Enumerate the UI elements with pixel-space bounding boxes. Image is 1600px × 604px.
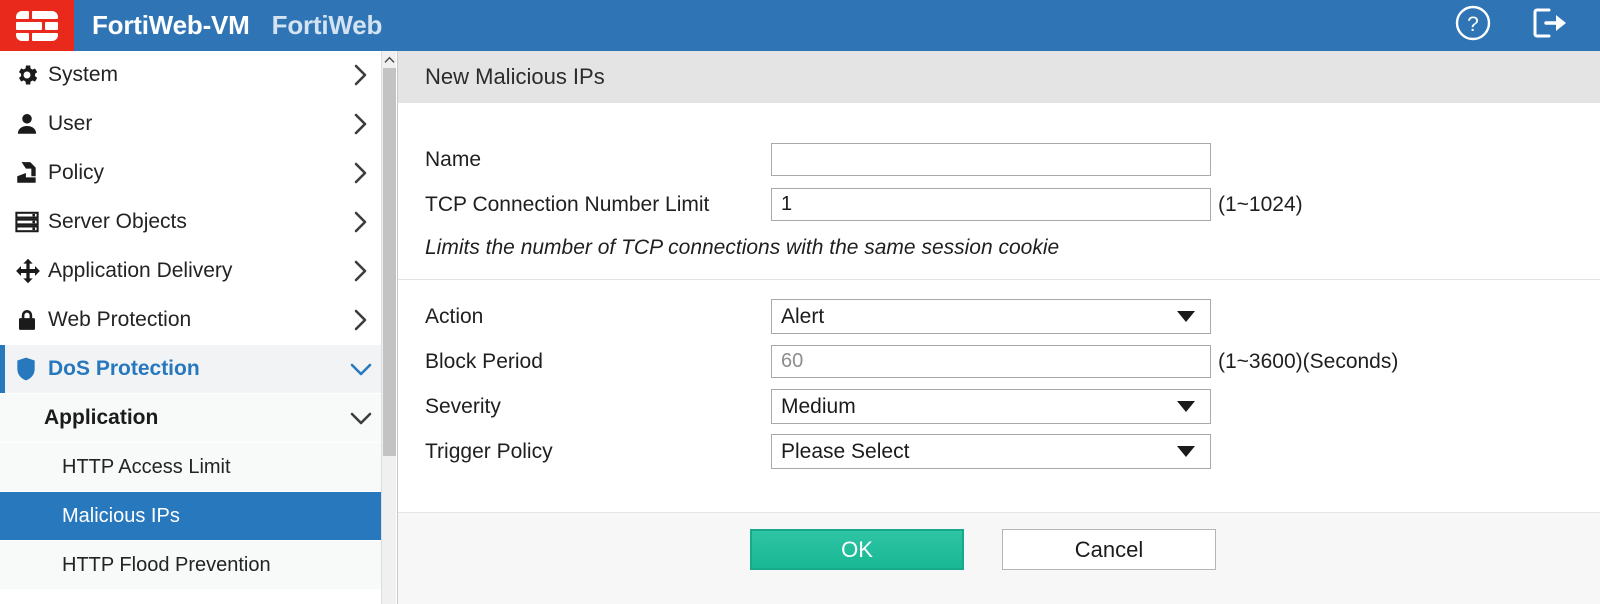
cancel-button[interactable]: Cancel [1002, 529, 1216, 570]
server-stack-icon [14, 209, 48, 235]
sidebar-item-label: Web Protection [48, 308, 341, 332]
form-row-action: Action Alert [398, 294, 1600, 339]
scrollbar-up-arrow-icon[interactable] [382, 51, 396, 68]
name-control [771, 143, 1211, 176]
form-row-severity: Severity Medium [398, 384, 1600, 429]
sidebar-item-label: Application Delivery [48, 259, 341, 283]
form-row-trigger-policy: Trigger Policy Please Select [398, 429, 1600, 474]
block-period-range: (1~3600)(Seconds) [1218, 350, 1398, 374]
tcp-limit-input[interactable] [771, 188, 1211, 221]
chevron-right-icon [341, 161, 381, 185]
sidebar-item-application-delivery[interactable]: Application Delivery [0, 247, 381, 296]
policy-doc-icon [14, 160, 48, 186]
sidebar-item-label: User [48, 112, 341, 136]
trigger-policy-selected-value: Please Select [781, 440, 1177, 464]
trigger-policy-control: Please Select [771, 434, 1211, 469]
move-arrows-icon [14, 257, 48, 285]
sidebar-item-http-flood-prevention[interactable]: HTTP Flood Prevention [0, 541, 381, 590]
chevron-down-icon [1177, 446, 1195, 457]
ok-button[interactable]: OK [750, 529, 964, 570]
help-icon[interactable]: ? [1454, 4, 1492, 47]
lock-icon [14, 307, 48, 333]
block-period-label: Block Period [425, 350, 771, 374]
module-title: FortiWeb [272, 10, 383, 41]
content-pane: New Malicious IPs Name TCP Connection Nu… [397, 51, 1600, 604]
sidebar-item-label: DoS Protection [48, 357, 341, 381]
chevron-down-icon [341, 410, 381, 426]
sidebar-item-label: System [48, 63, 341, 87]
form-row-tcp-limit: TCP Connection Number Limit (1~1024) [398, 182, 1600, 227]
chevron-right-icon [341, 259, 381, 283]
sidebar-item-label: HTTP Access Limit [62, 456, 381, 479]
panel-header: New Malicious IPs [398, 51, 1600, 103]
form-footer: OK Cancel [398, 512, 1600, 604]
sidebar-item-server-objects[interactable]: Server Objects [0, 198, 381, 247]
user-icon [14, 111, 48, 137]
header-actions: ? [1454, 4, 1600, 47]
severity-label: Severity [425, 395, 771, 419]
tcp-limit-control: (1~1024) [771, 188, 1303, 221]
malicious-ips-form: Name TCP Connection Number Limit (1~1024… [398, 103, 1600, 512]
sidebar-item-label: Policy [48, 161, 341, 185]
sidebar-item-dos-protection[interactable]: DoS Protection [0, 345, 381, 394]
sidebar-item-http-access-limit[interactable]: HTTP Access Limit [0, 443, 381, 492]
fortiweb-admin-window: FortiWeb-VM FortiWeb ? [0, 0, 1600, 604]
action-selected-value: Alert [781, 305, 1177, 329]
action-control: Alert [771, 299, 1211, 334]
sidebar-scrollbar[interactable] [381, 51, 396, 604]
severity-selected-value: Medium [781, 395, 1177, 419]
product-title: FortiWeb-VM [92, 10, 250, 41]
tcp-limit-range: (1~1024) [1218, 193, 1303, 217]
name-label: Name [425, 148, 771, 172]
logout-icon[interactable] [1530, 4, 1570, 47]
sidebar-item-application[interactable]: Application [0, 394, 381, 443]
chevron-right-icon [341, 112, 381, 136]
trigger-policy-label: Trigger Policy [425, 440, 771, 464]
top-header-bar: FortiWeb-VM FortiWeb ? [0, 0, 1600, 51]
severity-select[interactable]: Medium [771, 389, 1211, 424]
severity-control: Medium [771, 389, 1211, 424]
sidebar-item-label: Server Objects [48, 210, 341, 234]
page-title: New Malicious IPs [425, 64, 605, 90]
chevron-down-icon [1177, 401, 1195, 412]
sidebar-item-label: Application [44, 406, 341, 430]
fortinet-logo [0, 0, 74, 51]
form-row-name: Name [398, 137, 1600, 182]
sidebar-item-system[interactable]: System [0, 51, 381, 100]
action-label: Action [425, 305, 771, 329]
scrollbar-thumb[interactable] [383, 68, 396, 456]
name-input[interactable] [771, 143, 1211, 176]
sidebar-item-web-protection[interactable]: Web Protection [0, 296, 381, 345]
action-select[interactable]: Alert [771, 299, 1211, 334]
tcp-limit-label: TCP Connection Number Limit [425, 193, 771, 217]
chevron-right-icon [341, 63, 381, 87]
main-navigation-sidebar[interactable]: System User [0, 51, 381, 604]
shield-icon [14, 356, 48, 382]
fortinet-logo-icon [15, 9, 59, 42]
chevron-right-icon [341, 210, 381, 234]
chevron-down-icon [341, 361, 381, 377]
block-period-input[interactable] [771, 345, 1211, 378]
block-period-control: (1~3600)(Seconds) [771, 345, 1398, 378]
sidebar-item-label: HTTP Flood Prevention [62, 554, 381, 577]
sidebar-item-label: Malicious IPs [62, 505, 381, 528]
form-row-block-period: Block Period (1~3600)(Seconds) [398, 339, 1600, 384]
svg-text:?: ? [1467, 13, 1479, 36]
gear-icon [14, 62, 48, 88]
sidebar-item-user[interactable]: User [0, 100, 381, 149]
form-divider [398, 279, 1600, 280]
chevron-down-icon [1177, 311, 1195, 322]
sidebar-item-policy[interactable]: Policy [0, 149, 381, 198]
tcp-limit-help-text: Limits the number of TCP connections wit… [398, 236, 1600, 260]
sidebar-item-malicious-ips[interactable]: Malicious IPs [0, 492, 381, 541]
chevron-right-icon [341, 308, 381, 332]
trigger-policy-select[interactable]: Please Select [771, 434, 1211, 469]
